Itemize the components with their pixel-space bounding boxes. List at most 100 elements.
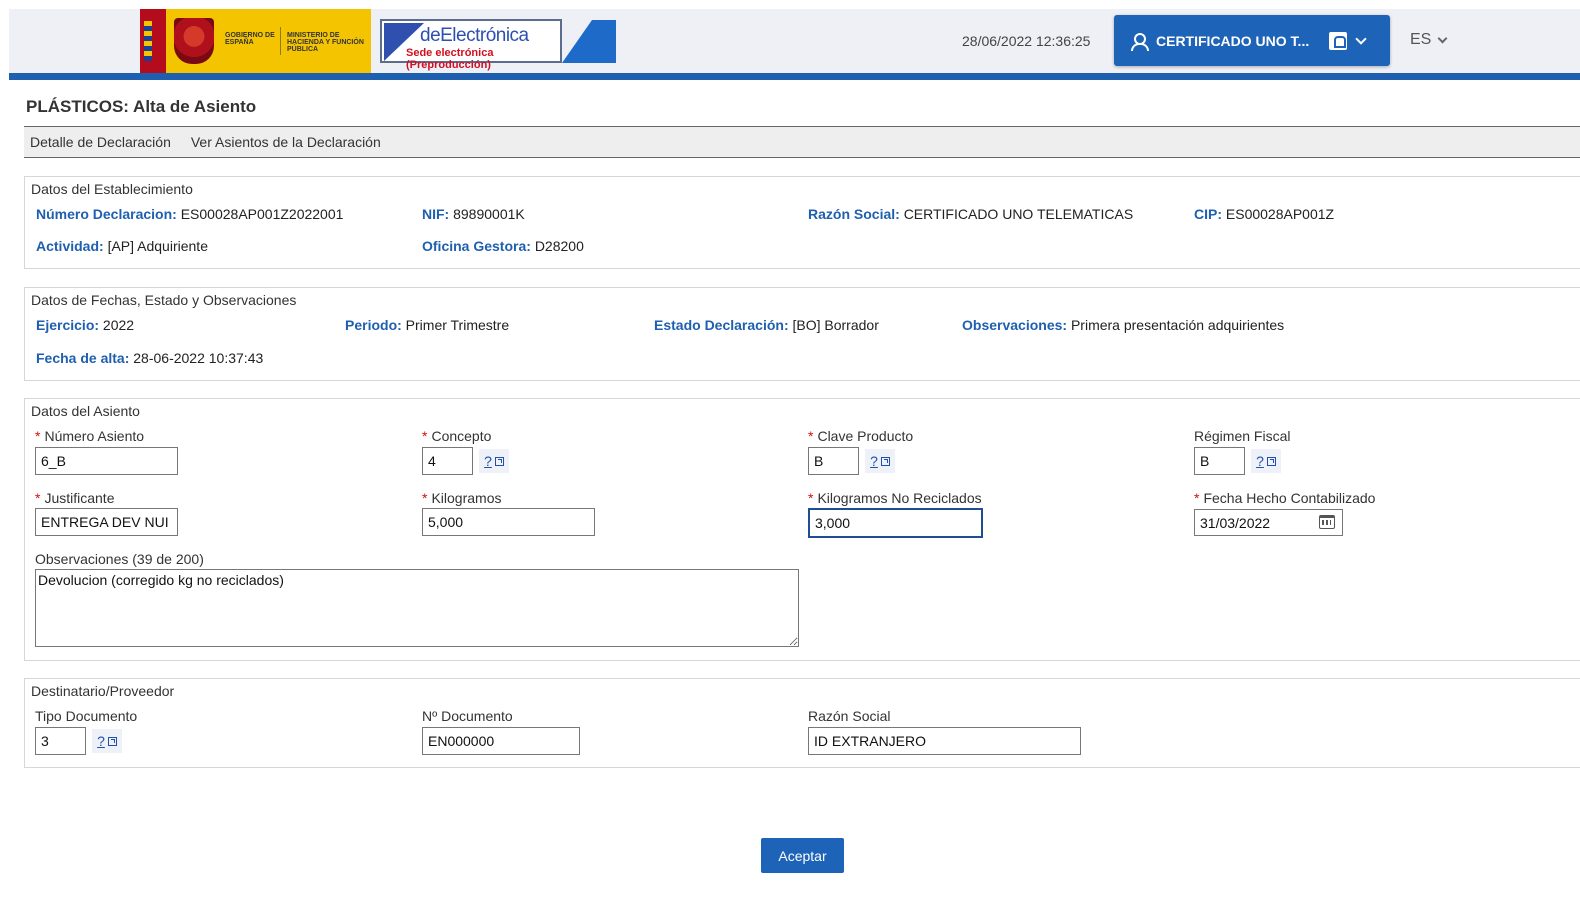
field-value: Primer Trimestre: [405, 317, 510, 333]
concepto-label: * Concepto: [422, 428, 491, 444]
header-accent-bar: [9, 73, 1580, 80]
field-value: Primera presentación adquirientes: [1070, 317, 1285, 333]
sede-electronica-logo[interactable]: deElectrónica Sede electrónica (Preprodu…: [380, 19, 562, 71]
user-name-label: CERTIFICADO UNO T...: [1156, 32, 1310, 49]
tab-ver-asientos[interactable]: Ver Asientos de la Declaración: [191, 134, 381, 150]
numero-asiento-input[interactable]: [35, 447, 178, 475]
session-datetime: 28/06/2022 12:36:25: [962, 33, 1091, 49]
estado-declaracion: Estado Declaración: [BO] Borrador: [654, 317, 879, 333]
field-label: CIP:: [1194, 206, 1222, 222]
agency-logo-icon: [562, 20, 616, 63]
tipo-documento-input[interactable]: [35, 727, 86, 755]
language-selector[interactable]: ES: [1410, 31, 1448, 49]
regimen-fiscal-help-button[interactable]: ?: [1251, 449, 1281, 473]
field-value: 89890001K: [453, 206, 525, 222]
calendar-icon[interactable]: [1319, 515, 1335, 529]
fecha-hecho-label: * Fecha Hecho Contabilizado: [1194, 490, 1375, 506]
field-value: D28200: [534, 238, 584, 254]
field-value: CERTIFICADO UNO TELEMATICAS: [903, 206, 1134, 222]
user-icon: [1130, 32, 1149, 51]
label-text: Kilogramos No Reciclados: [817, 490, 982, 506]
destinatario-razon-social-label: Razón Social: [808, 708, 891, 724]
external-link-icon: [107, 736, 117, 746]
required-mark: *: [808, 490, 814, 506]
field-label: Ejercicio:: [36, 317, 100, 333]
aceptar-button[interactable]: Aceptar: [761, 838, 844, 873]
regimen-fiscal-label: Régimen Fiscal: [1194, 428, 1291, 444]
help-text: ?: [870, 453, 878, 469]
label-text: Justificante: [44, 490, 115, 506]
numero-declaracion: Número Declaracion: ES00028AP001Z2022001: [36, 206, 343, 222]
tab-detalle-declaracion[interactable]: Detalle de Declaración: [30, 134, 171, 150]
field-value: 28-06-2022 10:37:43: [133, 350, 264, 366]
clave-producto-help-button[interactable]: ?: [865, 449, 895, 473]
concepto-help-button[interactable]: ?: [479, 449, 509, 473]
field-label: Razón Social:: [808, 206, 900, 222]
kilogramos-input[interactable]: [422, 508, 595, 536]
label-text: Concepto: [431, 428, 492, 444]
chevron-down-icon: [1355, 32, 1367, 45]
destinatario-razon-social-input[interactable]: [808, 727, 1081, 755]
field-label: Fecha de alta:: [36, 350, 130, 366]
concepto-input[interactable]: [422, 447, 473, 475]
label-text: Clave Producto: [817, 428, 914, 444]
sede-title: deElectrónica: [420, 25, 529, 46]
fecha-alta: Fecha de alta: 28-06-2022 10:37:43: [36, 350, 263, 366]
coat-of-arms-icon: [174, 18, 214, 64]
numero-documento-input[interactable]: [422, 727, 580, 755]
user-menu-button[interactable]: CERTIFICADO UNO T...: [1114, 15, 1390, 66]
razon-social: Razón Social: CERTIFICADO UNO TELEMATICA…: [808, 206, 1133, 222]
observaciones-textarea[interactable]: Devolucion (corregido kg no reciclados): [35, 569, 799, 647]
government-text: Gobierno de España: [225, 32, 275, 46]
kilogramos-no-reciclados-label: * Kilogramos No Reciclados: [808, 490, 982, 506]
external-link-icon: [880, 456, 890, 466]
external-link-icon: [1266, 456, 1276, 466]
field-label: Actividad:: [36, 238, 104, 254]
field-value: ES00028AP001Z2022001: [180, 206, 344, 222]
external-link-icon: [494, 456, 504, 466]
cip: CIP: ES00028AP001Z: [1194, 206, 1334, 222]
field-value: ES00028AP001Z: [1225, 206, 1335, 222]
ejercicio: Ejercicio: 2022: [36, 317, 134, 333]
government-logo[interactable]: Gobierno de España Ministerio de Haciend…: [140, 9, 371, 73]
periodo: Periodo: Primer Trimestre: [345, 317, 509, 333]
field-label: Oficina Gestora:: [422, 238, 531, 254]
panel-title: Destinatario/Proveedor: [31, 683, 175, 699]
field-value: [BO] Borrador: [792, 317, 879, 333]
observaciones-declaracion: Observaciones: Primera presentación adqu…: [962, 317, 1284, 333]
required-mark: *: [808, 428, 814, 444]
sede-subtitle: Sede electrónica (Preproducción): [406, 47, 494, 71]
regimen-fiscal-input[interactable]: [1194, 447, 1245, 475]
justificante-input[interactable]: [35, 508, 178, 536]
panel-title: Datos del Establecimiento: [31, 181, 193, 197]
clave-producto-input[interactable]: [808, 447, 859, 475]
tipo-documento-help-button[interactable]: ?: [92, 729, 122, 753]
field-label: Número Declaracion:: [36, 206, 177, 222]
clave-producto-label: * Clave Producto: [808, 428, 913, 444]
panel-title: Datos del Asiento: [31, 403, 140, 419]
justificante-label: * Justificante: [35, 490, 115, 506]
label-text: Número Asiento: [44, 428, 145, 444]
field-label: NIF:: [422, 206, 450, 222]
oficina-gestora: Oficina Gestora: D28200: [422, 238, 584, 254]
label-text: Kilogramos: [431, 490, 502, 506]
language-label: ES: [1410, 31, 1432, 48]
help-text: ?: [97, 733, 105, 749]
numero-documento-label: Nº Documento: [422, 708, 513, 724]
actividad: Actividad: [AP] Adquiriente: [36, 238, 208, 254]
numero-asiento-label: * Número Asiento: [35, 428, 144, 444]
notification-icon[interactable]: [1329, 31, 1348, 50]
page-title: PLÁSTICOS: Alta de Asiento: [26, 97, 257, 116]
nif: NIF: 89890001K: [422, 206, 525, 222]
destinatario-panel: Destinatario/Proveedor Tipo Documento ? …: [24, 678, 1580, 768]
kilogramos-label: * Kilogramos: [422, 490, 501, 506]
label-text: Fecha Hecho Contabilizado: [1203, 490, 1376, 506]
field-label: Observaciones:: [962, 317, 1068, 333]
required-mark: *: [422, 428, 428, 444]
help-text: ?: [484, 453, 492, 469]
field-value: [AP] Adquiriente: [107, 238, 208, 254]
help-text: ?: [1256, 453, 1264, 469]
required-mark: *: [35, 428, 41, 444]
kilogramos-no-reciclados-input[interactable]: [808, 508, 983, 538]
required-mark: *: [35, 490, 41, 506]
